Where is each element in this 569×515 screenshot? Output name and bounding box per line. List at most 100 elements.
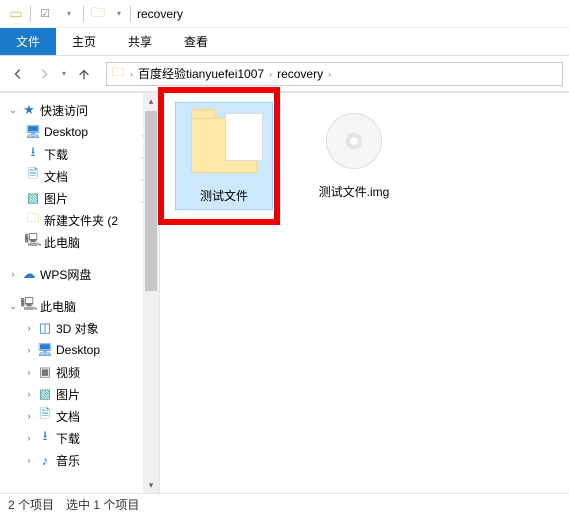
tree-item-downloads[interactable]: ⭳ 下载 📌: [0, 143, 159, 165]
breadcrumb-item[interactable]: 百度经验tianyuefei1007: [136, 65, 266, 82]
chevron-right-icon[interactable]: ›: [22, 455, 36, 465]
separator: [130, 6, 131, 22]
chevron-right-icon[interactable]: ›: [6, 269, 20, 279]
item-grid: 测试文件 测试文件.img: [170, 103, 559, 209]
pictures-icon: ▧: [36, 386, 54, 402]
cube-icon: ◫: [36, 320, 54, 336]
content-pane[interactable]: 测试文件 测试文件.img: [160, 93, 569, 493]
back-button[interactable]: [6, 62, 30, 86]
chevron-right-icon[interactable]: ›: [22, 323, 36, 333]
tree-label: 文档: [44, 168, 68, 185]
tab-share[interactable]: 共享: [112, 28, 168, 55]
chevron-down-icon[interactable]: ⌄: [6, 105, 20, 116]
document-icon: 🗎: [24, 165, 42, 187]
tree-label: WPS网盘: [40, 266, 91, 283]
tree-item-3d[interactable]: › ◫ 3D 对象: [0, 317, 159, 339]
tree-item-documents[interactable]: 🗎 文档 📌: [0, 165, 159, 187]
tree-label: Desktop: [44, 125, 88, 139]
tree-item-documents2[interactable]: › 🗎 文档: [0, 405, 159, 427]
tree-item-desktop[interactable]: 🖥 Desktop 📌: [0, 121, 159, 143]
separator: [30, 6, 31, 22]
chevron-right-icon[interactable]: ›: [22, 345, 36, 355]
document-icon: 🗎: [36, 405, 54, 427]
breadcrumb-label: 百度经验tianyuefei1007: [138, 65, 264, 82]
chevron-right-icon[interactable]: ›: [22, 367, 36, 377]
tab-file-label: 文件: [16, 33, 40, 50]
tree-item-newfolder[interactable]: 🗀 新建文件夹 (2: [0, 209, 159, 231]
title-dropdown-icon[interactable]: ▾: [114, 6, 124, 22]
separator: [83, 6, 84, 22]
tree-item-music[interactable]: › ♪ 音乐: [0, 449, 159, 471]
tree-item-desktop2[interactable]: › 🖥 Desktop: [0, 339, 159, 361]
arrow-left-icon: [11, 67, 25, 81]
desktop-icon: 🖥: [36, 342, 54, 358]
star-icon: ★: [20, 102, 38, 118]
breadcrumb-separator-icon: ›: [325, 69, 334, 79]
pictures-icon: ▧: [24, 190, 42, 206]
tree-label: 下载: [44, 146, 68, 163]
tree-label: 视频: [56, 364, 80, 381]
history-dropdown[interactable]: ▾: [58, 69, 70, 78]
file-item-img[interactable]: 测试文件.img: [306, 103, 402, 209]
tab-file[interactable]: 文件: [0, 28, 56, 55]
chevron-right-icon[interactable]: ›: [22, 389, 36, 399]
tree-item-pictures2[interactable]: › ▧ 图片: [0, 383, 159, 405]
chevron-right-icon[interactable]: ›: [22, 411, 36, 421]
tab-share-label: 共享: [128, 33, 152, 50]
breadcrumb-item[interactable]: recovery: [275, 67, 325, 81]
chevron-right-icon[interactable]: ›: [22, 433, 36, 443]
tree-label: 音乐: [56, 452, 80, 469]
scroll-down-icon[interactable]: ▾: [143, 477, 159, 493]
scroll-up-icon[interactable]: ▴: [143, 93, 159, 109]
forward-button[interactable]: [32, 62, 56, 86]
up-button[interactable]: [72, 62, 96, 86]
ribbon-tabs: 文件 主页 共享 查看: [0, 28, 569, 56]
download-icon: ⭳: [24, 143, 42, 165]
music-icon: ♪: [36, 453, 54, 468]
folder-icon: 🗀: [109, 63, 127, 84]
folder-small-icon: ▭: [8, 6, 24, 22]
breadcrumb-separator-icon: ›: [266, 69, 275, 79]
pc-icon: 🖳: [24, 231, 42, 253]
main-area: ⌄ ★ 快速访问 🖥 Desktop 📌 ⭳ 下载 📌 🗎 文档 📌 ▧ 图片 …: [0, 92, 569, 493]
arrow-up-icon: [77, 67, 91, 81]
tab-view-label: 查看: [184, 33, 208, 50]
tree-item-thispc[interactable]: 🖳 此电脑: [0, 231, 159, 253]
title-bar: ▭ ☑ ▾ 🗀 ▾ recovery: [0, 0, 569, 28]
chevron-down-icon[interactable]: ⌄: [6, 301, 20, 312]
file-item-folder[interactable]: 测试文件: [176, 103, 272, 209]
folder-icon: 🗀: [90, 6, 106, 22]
address-bar[interactable]: 🗀 › 百度经验tianyuefei1007 › recovery ›: [106, 62, 563, 86]
file-label: 测试文件.img: [306, 185, 402, 199]
tree-label: 此电脑: [40, 298, 76, 315]
tree-label: 文档: [56, 408, 80, 425]
breadcrumb-label: recovery: [277, 67, 323, 81]
tree-item-downloads2[interactable]: › ⭳ 下载: [0, 427, 159, 449]
navigation-pane: ⌄ ★ 快速访问 🖥 Desktop 📌 ⭳ 下载 📌 🗎 文档 📌 ▧ 图片 …: [0, 93, 160, 493]
tree-quick-access[interactable]: ⌄ ★ 快速访问: [0, 99, 159, 121]
tree-thispc-root[interactable]: ⌄ 🖳 此电脑: [0, 295, 159, 317]
tree-label: 快速访问: [40, 102, 88, 119]
tab-view[interactable]: 查看: [168, 28, 224, 55]
window-title: recovery: [137, 7, 183, 21]
tree-item-pictures[interactable]: ▧ 图片 📌: [0, 187, 159, 209]
tree-item-videos[interactable]: › ▣ 视频: [0, 361, 159, 383]
tab-home[interactable]: 主页: [56, 28, 112, 55]
tree-label: Desktop: [56, 343, 100, 357]
scrollbar-thumb[interactable]: [145, 111, 157, 291]
tree-label: 新建文件夹 (2: [44, 212, 118, 229]
download-icon: ⭳: [36, 427, 54, 449]
tree-label: 图片: [56, 386, 80, 403]
dropdown-icon[interactable]: ▾: [61, 6, 77, 22]
quick-access-checkbox-icon[interactable]: ☑: [37, 6, 53, 22]
status-selected: 选中 1 个项目: [66, 496, 139, 513]
desktop-icon: 🖥: [24, 124, 42, 140]
tree-wps[interactable]: › ☁ WPS网盘: [0, 263, 159, 285]
sidebar-scrollbar[interactable]: ▴ ▾: [143, 93, 159, 493]
pc-icon: 🖳: [20, 295, 38, 317]
folder-icon: 🗀: [24, 209, 42, 231]
tree-label: 3D 对象: [56, 320, 99, 337]
video-icon: ▣: [36, 364, 54, 380]
tree-label: 此电脑: [44, 234, 80, 251]
breadcrumb-separator-icon: ›: [127, 69, 136, 79]
